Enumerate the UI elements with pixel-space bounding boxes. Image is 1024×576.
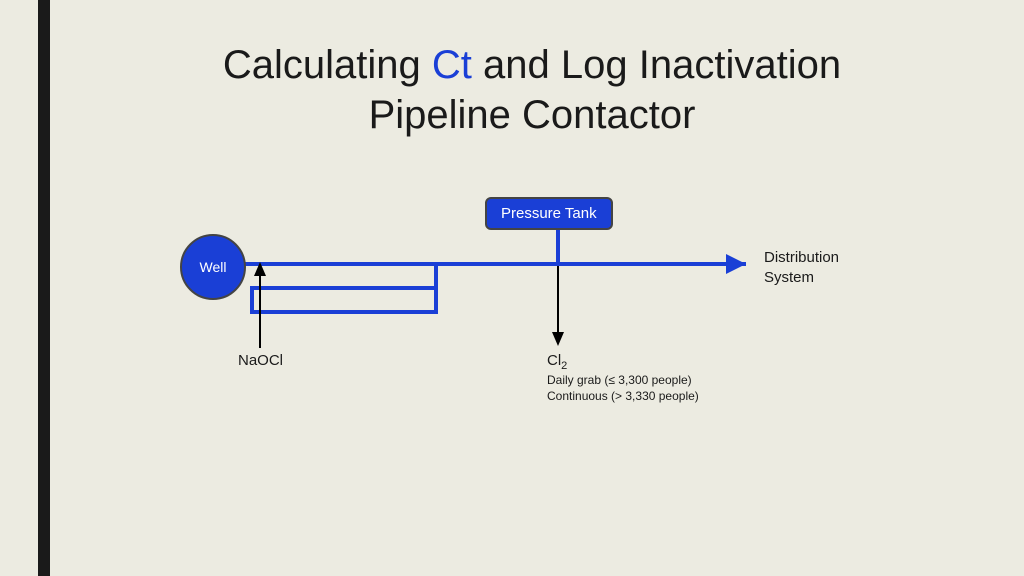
- naocl-label: NaOCl: [238, 352, 283, 369]
- well-node: Well: [180, 234, 246, 300]
- pipeline-svg: [180, 200, 880, 460]
- cl2-label: Cl2: [547, 352, 567, 372]
- flow-arrowhead-icon: [726, 254, 746, 274]
- title-line2: Pipeline Contactor: [369, 93, 696, 137]
- slide-accent-bar: [38, 0, 50, 576]
- title-prefix: Calculating: [223, 43, 432, 87]
- distribution-label: Distribution System: [764, 248, 839, 287]
- pressure-tank-node: Pressure Tank: [485, 197, 613, 230]
- cl2-label-sub: 2: [561, 360, 567, 372]
- slide-title: Calculating Ct and Log Inactivation Pipe…: [80, 40, 984, 140]
- cl2-detail-line2: Continuous (> 3,330 people): [547, 389, 699, 403]
- distribution-line1: Distribution: [764, 249, 839, 266]
- cl2-detail: Daily grab (≤ 3,300 people) Continuous (…: [547, 372, 699, 404]
- distribution-line2: System: [764, 269, 814, 286]
- pressure-tank-label: Pressure Tank: [501, 205, 597, 222]
- cl2-detail-line1: Daily grab (≤ 3,300 people): [547, 373, 692, 387]
- pipeline-path: [234, 264, 746, 312]
- pipeline-diagram: Well Pressure Tank NaOCl Cl2 Daily grab …: [180, 200, 880, 460]
- cl2-arrowhead-icon: [552, 332, 564, 346]
- well-label: Well: [200, 259, 227, 275]
- cl2-label-base: Cl: [547, 352, 561, 369]
- title-suffix: and Log Inactivation: [472, 43, 841, 87]
- title-ct: Ct: [432, 43, 472, 87]
